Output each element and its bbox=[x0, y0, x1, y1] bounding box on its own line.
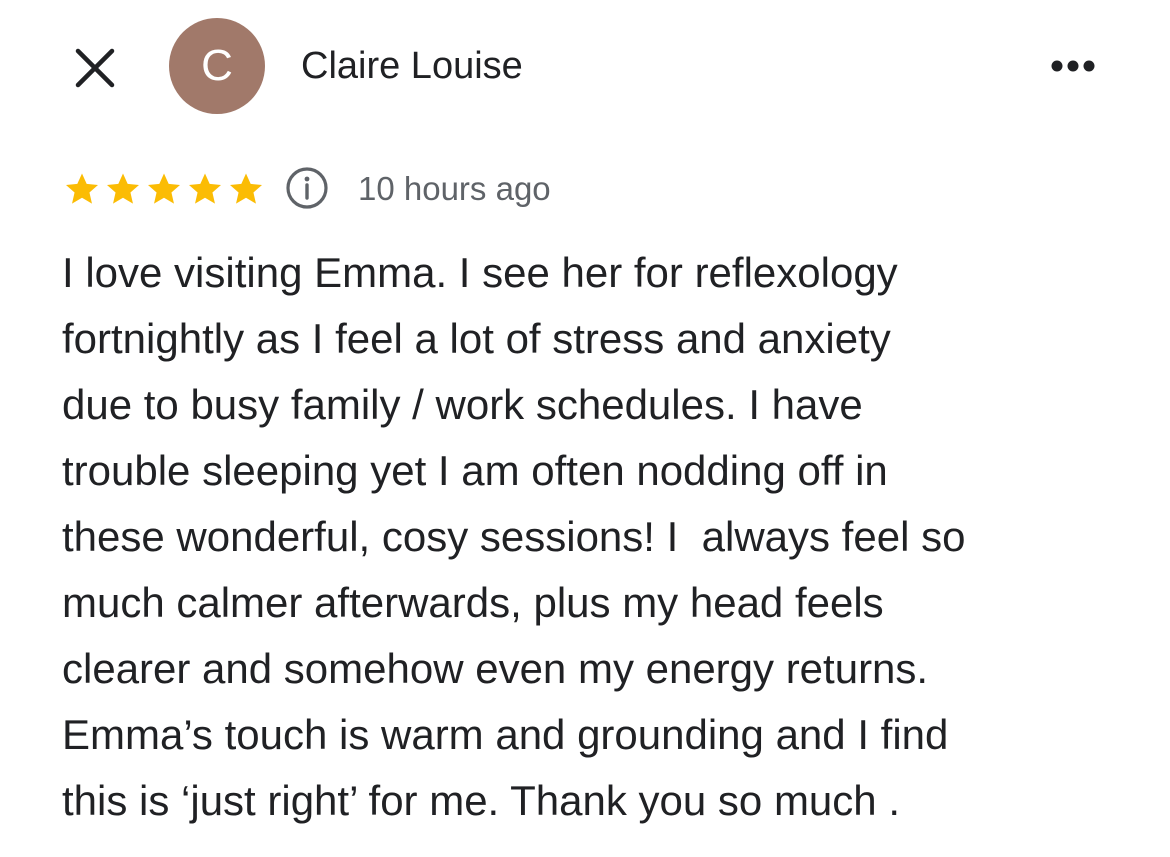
star-icon bbox=[230, 173, 262, 204]
avatar[interactable]: C bbox=[169, 18, 265, 114]
reviewer-name[interactable]: Claire Louise bbox=[301, 40, 523, 92]
review-header: C Claire Louise bbox=[0, 0, 1170, 130]
review-text: I love visiting Emma. I see her for refl… bbox=[62, 249, 966, 824]
star-icon bbox=[107, 173, 139, 204]
more-options-button[interactable] bbox=[1040, 48, 1106, 84]
info-button[interactable] bbox=[283, 164, 331, 212]
close-button[interactable] bbox=[70, 43, 120, 93]
info-icon bbox=[286, 167, 328, 209]
review-timestamp: 10 hours ago bbox=[358, 170, 551, 207]
more-horizontal-icon bbox=[1051, 60, 1095, 72]
star-icon bbox=[189, 173, 221, 204]
rating-row: 10 hours ago bbox=[62, 164, 762, 212]
star-icon bbox=[66, 173, 98, 204]
close-icon bbox=[75, 48, 115, 88]
star-rating bbox=[62, 170, 267, 208]
star-icon bbox=[148, 173, 180, 204]
